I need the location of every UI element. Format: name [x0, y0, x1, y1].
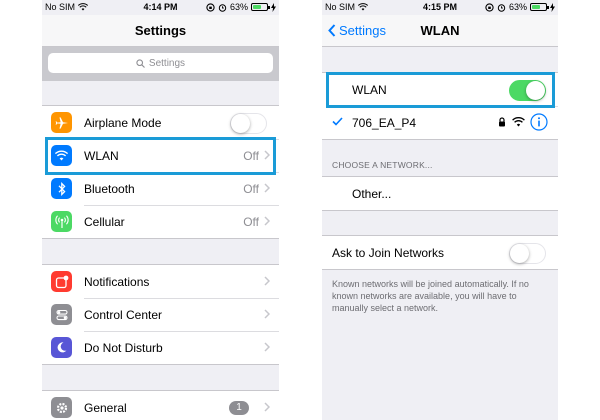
wifi-signal-icon: [512, 117, 525, 127]
general-group: General 1: [42, 390, 279, 420]
nav-bar: Settings: [42, 15, 279, 47]
status-bar: No SIM 4:15 PM 63%: [322, 0, 558, 15]
battery-icon: [251, 3, 270, 11]
chevron-right-icon: [264, 276, 270, 286]
control-center-icon: [51, 304, 72, 325]
chevron-right-icon: [264, 216, 270, 226]
notifications-icon: [51, 271, 72, 292]
other-network-row[interactable]: Other...: [322, 177, 558, 210]
checkmark-icon: [332, 117, 343, 126]
general-label: General: [84, 400, 127, 415]
status-bar: No SIM 4:14 PM 63%: [42, 0, 279, 15]
info-icon[interactable]: [530, 113, 548, 131]
page-title: Settings: [134, 23, 187, 38]
settings-row-do-not-disturb[interactable]: Do Not Disturb: [42, 331, 279, 364]
wlan-toggle-highlight: [326, 72, 555, 108]
settings-row-cellular[interactable]: Cellular Off: [42, 205, 279, 238]
ask-to-join-group: Ask to Join Networks: [322, 235, 558, 270]
settings-row-general[interactable]: General 1: [42, 391, 279, 420]
airplane-mode-label: Airplane Mode: [84, 115, 162, 130]
choose-network-header: CHOOSE A NETWORK...: [332, 160, 433, 170]
settings-row-bluetooth[interactable]: Bluetooth Off: [42, 172, 279, 205]
lock-icon: [499, 117, 505, 127]
chevron-right-icon: [264, 183, 270, 193]
search-placeholder: Settings: [148, 57, 186, 69]
search-area: Settings: [42, 47, 279, 81]
settings-row-airplane-mode: Airplane Mode: [42, 106, 279, 139]
ask-to-join-row: Ask to Join Networks: [322, 236, 558, 269]
charging-icon: [550, 2, 555, 12]
notifications-group: Notifications Control Center Do Not Dist…: [42, 264, 279, 365]
cellular-label: Cellular: [84, 214, 125, 229]
orientation-lock-icon: [206, 2, 215, 12]
cellular-icon: [51, 211, 72, 232]
page-title: WLAN: [420, 23, 460, 38]
settings-row-control-center[interactable]: Control Center: [42, 298, 279, 331]
connected-network-name: 706_EA_P4: [352, 115, 417, 130]
do-not-disturb-label: Do Not Disturb: [84, 340, 163, 355]
update-badge: 1: [229, 401, 249, 415]
battery-percent: 63%: [508, 2, 527, 12]
chevron-right-icon: [264, 402, 270, 412]
orientation-lock-icon: [485, 2, 494, 12]
moon-icon: [51, 337, 72, 358]
nav-bar: Settings WLAN: [322, 15, 558, 47]
other-network-label: Other...: [352, 186, 392, 201]
alarm-icon: [218, 3, 227, 12]
battery-percent: 63%: [229, 2, 248, 12]
search-input[interactable]: Settings: [48, 53, 273, 73]
connected-network-row[interactable]: 706_EA_P4: [322, 106, 558, 139]
gear-icon: [51, 397, 72, 418]
search-icon: [136, 58, 145, 68]
bluetooth-label: Bluetooth: [84, 181, 135, 196]
chevron-right-icon: [264, 309, 270, 319]
bluetooth-icon: [51, 178, 72, 199]
ask-to-join-toggle[interactable]: [509, 243, 546, 264]
settings-row-notifications[interactable]: Notifications: [42, 265, 279, 298]
alarm-icon: [497, 3, 506, 12]
charging-icon: [271, 2, 276, 12]
notifications-label: Notifications: [84, 274, 150, 289]
airplane-icon: [51, 112, 72, 133]
cellular-value: Off: [243, 214, 259, 229]
wlan-row-highlight: [45, 137, 276, 175]
wlan-screen: No SIM 4:15 PM 63% Settings WLAN WLAN 70…: [322, 0, 558, 420]
ask-to-join-label: Ask to Join Networks: [332, 245, 445, 260]
network-list-group: Other...: [322, 176, 558, 211]
control-center-label: Control Center: [84, 307, 163, 322]
battery-icon: [530, 3, 549, 11]
chevron-right-icon: [264, 342, 270, 352]
ask-to-join-footer: Known networks will be joined automatica…: [332, 279, 529, 313]
settings-screen: No SIM 4:14 PM 63% Settings Settings Air…: [42, 0, 279, 420]
bluetooth-value: Off: [243, 181, 259, 196]
airplane-mode-toggle[interactable]: [230, 113, 267, 134]
